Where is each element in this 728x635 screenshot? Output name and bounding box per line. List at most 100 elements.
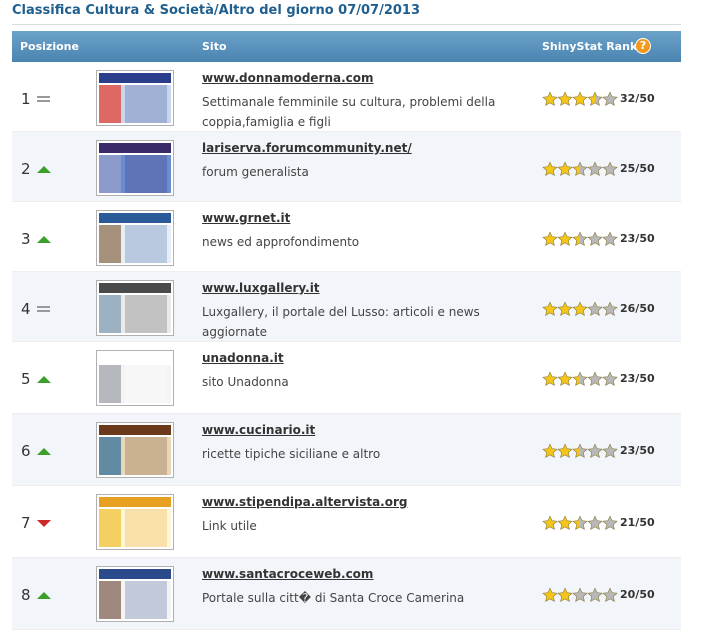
rating-stars — [542, 301, 622, 317]
site-description: Portale sulla citt� di Santa Croce Camer… — [202, 591, 465, 605]
star-icon — [557, 587, 573, 602]
site-description: forum generalista — [202, 165, 309, 179]
star-icon — [572, 515, 588, 530]
site-link[interactable]: www.grnet.it — [202, 211, 290, 225]
table-row: 3 www.grnet.it news ed approfondimento 23/5… — [12, 202, 681, 272]
table-row: 6 www.cucinario.it ricette tipiche sicilia… — [12, 414, 681, 486]
thumbnail-column — [124, 437, 167, 475]
thumbnail-column — [124, 295, 167, 333]
star-icon — [557, 515, 573, 530]
rating-stars — [542, 371, 622, 387]
site-link[interactable]: www.santacroceweb.com — [202, 567, 373, 581]
trend-up-icon — [37, 590, 51, 600]
rank-score: 23/50 — [620, 444, 655, 457]
thumbnail-body — [99, 155, 171, 193]
thumbnail-body — [99, 509, 171, 547]
star-icon — [542, 371, 558, 386]
table-row: 1 www.donnamoderna.com Settimanale femmini… — [12, 62, 681, 132]
thumbnail-body — [99, 295, 171, 333]
trend-equal-icon — [37, 94, 51, 104]
thumbnail-column — [99, 509, 121, 547]
star-icon — [602, 371, 618, 386]
star-icon — [602, 587, 618, 602]
rating-stars — [542, 443, 622, 459]
star-icon — [602, 231, 618, 246]
site-link[interactable]: lariserva.forumcommunity.net/ — [202, 141, 412, 155]
rank-score: 20/50 — [620, 588, 655, 601]
star-icon — [542, 161, 558, 176]
site-link[interactable]: www.stipendipa.altervista.org — [202, 495, 408, 509]
site-thumbnail[interactable] — [96, 70, 174, 126]
site-link[interactable]: unadonna.it — [202, 351, 284, 365]
star-icon — [572, 587, 588, 602]
thumbnail-header — [99, 425, 171, 435]
table-row: 8 www.santacroceweb.com Portale sulla citt… — [12, 558, 681, 630]
thumbnail-body — [99, 225, 171, 263]
star-icon — [542, 515, 558, 530]
site-description: Link utile — [202, 519, 257, 533]
star-icon — [557, 371, 573, 386]
star-icon — [602, 161, 618, 176]
star-icon — [557, 443, 573, 458]
rating-stars — [542, 91, 622, 107]
thumbnail-column — [124, 581, 167, 619]
thumbnail-column — [99, 365, 121, 403]
rank-position: 8 — [21, 586, 31, 604]
thumbnail-column — [124, 155, 167, 193]
question-icon[interactable]: ? — [635, 38, 651, 54]
table-row: 5 unadonna.it sito Unadonna 23/50 — [12, 342, 681, 414]
site-description: Settimanale femminile su cultura, proble… — [202, 95, 496, 129]
star-icon — [572, 91, 588, 106]
star-icon — [557, 91, 573, 106]
column-header-position: Posizione — [20, 40, 79, 53]
site-description: ricette tipiche siciliane e altro — [202, 447, 381, 461]
thumbnail-body — [99, 437, 171, 475]
site-link[interactable]: www.cucinario.it — [202, 423, 315, 437]
ranking-table-header: Posizione Sito ShinyStat Rank ? — [12, 31, 681, 62]
star-icon — [572, 161, 588, 176]
star-icon — [602, 515, 618, 530]
star-icon — [572, 301, 588, 316]
site-thumbnail[interactable] — [96, 350, 174, 406]
star-icon — [557, 161, 573, 176]
rank-position: 3 — [21, 230, 31, 248]
rank-position: 7 — [21, 514, 31, 532]
thumbnail-column — [124, 225, 167, 263]
star-icon — [602, 443, 618, 458]
site-thumbnail[interactable] — [96, 422, 174, 478]
site-thumbnail[interactable] — [96, 280, 174, 336]
star-icon — [587, 301, 603, 316]
star-icon — [602, 91, 618, 106]
star-icon — [587, 231, 603, 246]
trend-up-icon — [37, 374, 51, 384]
star-icon — [572, 371, 588, 386]
table-row: 7 www.stipendipa.altervista.org Link utile… — [12, 486, 681, 558]
rank-score: 26/50 — [620, 302, 655, 315]
thumbnail-column — [124, 85, 167, 123]
trend-equal-icon — [37, 304, 51, 314]
rating-stars — [542, 161, 622, 177]
site-thumbnail[interactable] — [96, 494, 174, 550]
site-thumbnail[interactable] — [96, 210, 174, 266]
thumbnail-body — [99, 365, 171, 403]
trend-up-icon — [37, 446, 51, 456]
thumbnail-column — [124, 365, 167, 403]
thumbnail-column — [99, 437, 121, 475]
rank-position: 2 — [21, 160, 31, 178]
thumbnail-column — [99, 225, 121, 263]
site-thumbnail[interactable] — [96, 140, 174, 196]
site-thumbnail[interactable] — [96, 566, 174, 622]
thumbnail-header — [99, 497, 171, 507]
rank-score: 21/50 — [620, 516, 655, 529]
thumbnail-column — [99, 295, 121, 333]
site-link[interactable]: www.luxgallery.it — [202, 281, 320, 295]
rank-score: 23/50 — [620, 372, 655, 385]
table-row: 4 www.luxgallery.it Luxgallery, il portale… — [12, 272, 681, 342]
thumbnail-column — [99, 581, 121, 619]
thumbnail-header — [99, 283, 171, 293]
thumbnail-header — [99, 143, 171, 153]
rating-stars — [542, 587, 622, 603]
thumbnail-body — [99, 581, 171, 619]
site-link[interactable]: www.donnamoderna.com — [202, 71, 374, 85]
column-header-site: Sito — [202, 40, 227, 53]
